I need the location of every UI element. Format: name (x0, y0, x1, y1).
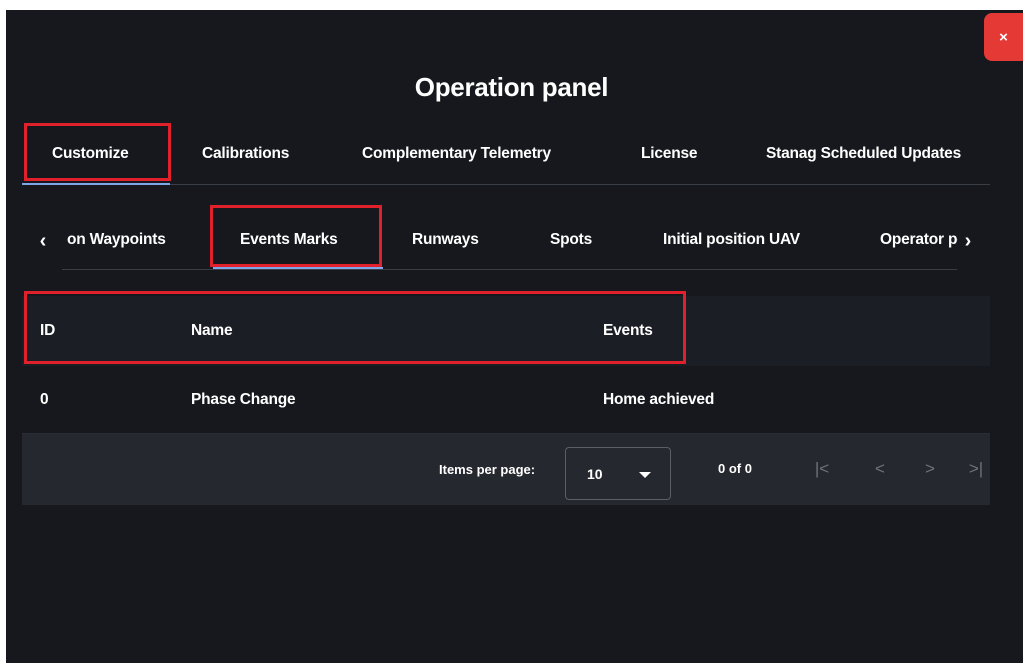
scroll-left-icon[interactable]: ‹ (33, 229, 53, 253)
tab-stanag-scheduled-updates[interactable]: Stanag Scheduled Updates (766, 145, 961, 163)
tab-license[interactable]: License (641, 145, 698, 163)
page-size-select[interactable]: 10 (565, 447, 671, 500)
subtab-initial-position-uav[interactable]: Initial position UAV (663, 231, 800, 249)
tab-customize[interactable]: Customize (52, 145, 129, 163)
tab-calibrations[interactable]: Calibrations (202, 145, 289, 163)
cell-name: Phase Change (191, 391, 296, 408)
previous-page-icon[interactable]: < (870, 459, 890, 479)
subtab-runways[interactable]: Runways (412, 231, 479, 249)
table-header: ID Name Events (22, 296, 990, 366)
page-title: Operation panel (414, 72, 609, 102)
subtabs-divider (62, 269, 957, 270)
subtab-spots[interactable]: Spots (550, 231, 592, 249)
items-per-page-label: Items per page: (439, 462, 536, 477)
scroll-right-icon[interactable]: › (958, 229, 978, 253)
paginator: Items per page: 10 0 of 0 |< < > >| (22, 434, 990, 505)
subtab-on-waypoints[interactable]: on Waypoints (67, 231, 166, 249)
cell-id: 0 (40, 391, 49, 408)
cell-events: Home achieved (603, 391, 715, 408)
column-header-events[interactable]: Events (603, 322, 653, 340)
chevron-down-icon (639, 472, 651, 478)
table-row[interactable]: 0 Phase Change Home achieved (22, 366, 990, 434)
page-size-value: 10 (587, 466, 603, 482)
last-page-icon[interactable]: >| (966, 459, 986, 479)
column-header-name[interactable]: Name (191, 322, 233, 340)
range-label: 0 of 0 (718, 461, 752, 476)
column-header-id[interactable]: ID (40, 322, 55, 340)
subtab-operator-pc[interactable]: Operator pc (880, 231, 958, 249)
subtab-events-marks[interactable]: Events Marks (240, 231, 338, 249)
tab-complementary-telemetry[interactable]: Complementary Telemetry (362, 145, 551, 163)
active-tab-indicator (22, 183, 170, 185)
next-page-icon[interactable]: > (920, 459, 940, 479)
close-icon: × (999, 28, 1008, 46)
close-button[interactable]: × (984, 13, 1023, 61)
active-subtab-indicator (213, 267, 383, 269)
first-page-icon[interactable]: |< (812, 459, 832, 479)
